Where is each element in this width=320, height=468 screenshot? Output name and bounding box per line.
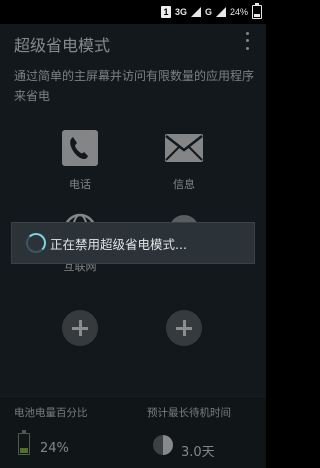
standby-stat-value: 3.0天 (181, 445, 215, 460)
mode-description: 通过简单的主屏幕并访问有限数量的应用程序来省电 (14, 69, 255, 103)
progress-message: 正在禁用超级省电模式... (50, 236, 187, 252)
signal-icon (190, 7, 201, 17)
network-type: 3G (174, 6, 187, 17)
standby-time-icon (153, 435, 173, 455)
battery-level-fill (20, 448, 28, 453)
more-options-icon[interactable] (242, 30, 252, 52)
phone-icon (60, 128, 100, 168)
standby-stat-title: 预计最长待机时间 (147, 407, 231, 419)
status-bar: 1 3G G 24% (0, 0, 266, 24)
battery-stat-value: 24% (40, 441, 69, 456)
standby-stat: 预计最长待机时间 3.0天 (133, 397, 266, 468)
add-app-button-1[interactable] (62, 310, 98, 346)
battery-stat-title: 电池电量百分比 (14, 407, 88, 419)
battery-stat: 电池电量百分比 24% (0, 397, 133, 468)
app-label-messages: 信息 (173, 178, 195, 191)
page-title: 超级省电模式 (14, 36, 111, 55)
sim-badge: 1 (160, 6, 171, 18)
stats-footer: 电池电量百分比 24% 预计最长待机时间 3.0天 (0, 396, 266, 468)
battery-icon (252, 3, 262, 19)
battery-level-icon (18, 430, 30, 455)
app-tile-messages[interactable]: 信息 (144, 128, 224, 192)
add-app-button-2[interactable] (166, 310, 202, 346)
progress-dialog: 正在禁用超级省电模式... (11, 222, 255, 264)
network-secondary: G (204, 6, 212, 17)
battery-percent: 24% (229, 7, 248, 17)
loading-spinner-icon (26, 233, 46, 253)
app-label-phone: 电话 (69, 178, 91, 191)
app-tile-phone[interactable]: 电话 (40, 128, 120, 192)
battery-fill (254, 14, 260, 17)
message-icon (164, 128, 204, 168)
network-type-label: 3G (174, 6, 187, 17)
signal-icon-2 (215, 7, 226, 17)
